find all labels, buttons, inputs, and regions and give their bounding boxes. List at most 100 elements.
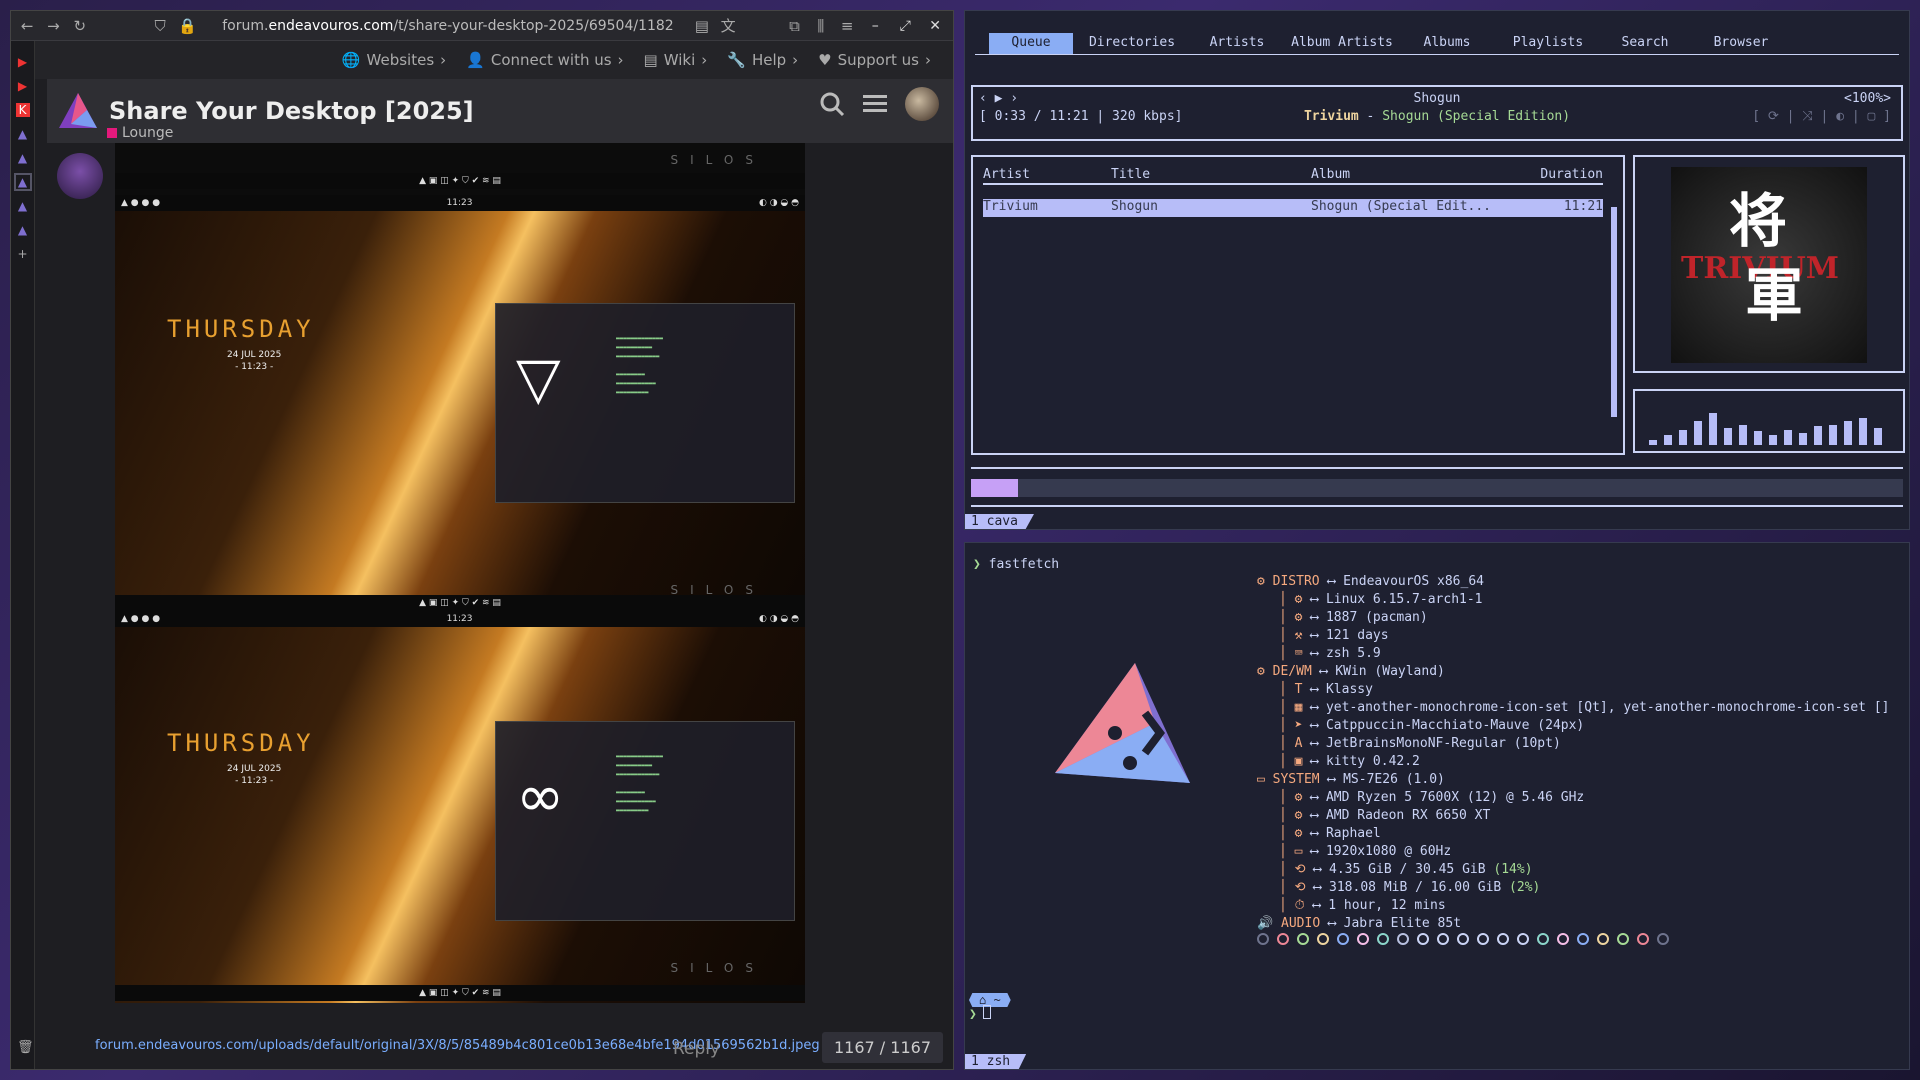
visualizer-bar [1739,425,1747,445]
visualizer-bar [1874,428,1882,445]
k-tab-icon[interactable]: K [15,103,30,117]
tab-albums[interactable]: Albums [1401,33,1493,54]
translate-icon[interactable]: 文 [720,15,736,36]
col-title-header[interactable]: Title [1111,167,1150,182]
endeavour-tab-icon[interactable]: ▲ [13,173,32,191]
endeavour-tab-icon[interactable]: ▲ [16,127,30,141]
category-badge[interactable]: Lounge [107,125,173,141]
forum-nav-item[interactable]: 👤 Connect with us › [466,51,623,69]
url-field[interactable]: forum.endeavouros.com/t/share-your-deskt… [222,18,673,34]
info-section-label: AUDIO [1281,916,1321,931]
user-avatar[interactable] [905,87,939,121]
extension-icon[interactable]: ⧉ [786,17,802,35]
palette-dot [1317,933,1329,945]
chevron-right-icon: › [617,51,624,69]
lock-icon[interactable]: 🔒 [178,17,197,35]
endeavour-tab-icon[interactable]: ▲ [16,223,30,237]
info-arrow: ⟷ [1310,808,1319,823]
maximize-icon[interactable]: ⤢ [895,18,915,34]
visualizer-bar [1754,431,1762,445]
col-album-header[interactable]: Album [1311,167,1350,182]
col-artist-header[interactable]: Artist [983,167,1030,182]
endeavour-tab-icon[interactable]: ▲ [16,199,30,213]
youtube-tab-icon[interactable]: ▶ [16,79,30,93]
tab-playlists[interactable]: Playlists [1493,33,1603,54]
volume[interactable]: <100%> [1844,91,1891,106]
progress-track[interactable] [1018,479,1903,497]
progress-fill[interactable] [971,479,1018,497]
info-icon: │ ⚙ [1279,808,1311,823]
url-bar: ← → ↻ ⛉ 🔒 forum.endeavouros.com/t/share-… [11,11,953,41]
category-label: Lounge [122,125,174,141]
info-line: ⚙ DISTRO ⟷ EndeavourOS x86_64 [1257,573,1890,591]
post-counter[interactable]: 1167 / 1167 [822,1032,943,1063]
pane-tab[interactable]: 1 cava [965,514,1034,529]
terminal-logo: ▽ [516,344,561,412]
info-arrow: ⟷ [1310,754,1319,769]
forum-nav-item[interactable]: 🔧 Help › [727,51,798,69]
tab-queue[interactable]: Queue [989,33,1073,54]
tab-search[interactable]: Search [1603,33,1687,54]
text-cursor[interactable] [983,1005,991,1019]
trash-icon[interactable]: 🗑 [17,1040,34,1055]
youtube-tab-icon[interactable]: ▶ [16,55,30,69]
palette-dot [1397,933,1409,945]
new-tab-icon[interactable]: + [16,247,30,261]
tab-browser[interactable]: Browser [1687,33,1795,54]
cava-visualizer [1633,389,1905,453]
tab-artists[interactable]: Artists [1191,33,1283,54]
endeavouros-logo[interactable] [57,90,99,132]
search-icon[interactable] [819,91,845,117]
info-value: 318.08 MiB / 16.00 GiB [1329,880,1502,895]
info-value: AMD Radeon RX 6650 XT [1325,808,1491,823]
reload-icon[interactable]: ↻ [72,17,88,35]
book-icon: ▤ [643,51,658,69]
endeavour-tab-icon[interactable]: ▲ [16,151,30,165]
tab-directories[interactable]: Directories [1073,33,1191,54]
pane-tab[interactable]: 1 zsh [965,1054,1027,1069]
close-icon[interactable]: ✕ [925,18,945,34]
col-duration-header[interactable]: Duration [1540,167,1603,182]
info-icon: │ ⟲ [1279,880,1314,895]
info-section-label: DE/WM [1272,664,1312,679]
palette-dot [1457,933,1469,945]
info-line: │ ⚙ ⟷ AMD Radeon RX 6650 XT [1257,807,1890,825]
library-icon[interactable]: ⫼ [813,17,829,35]
tab-album-artists[interactable]: Album Artists [1283,33,1401,54]
browser-window: ← → ↻ ⛉ 🔒 forum.endeavouros.com/t/share-… [10,10,954,1070]
visualizer-bar [1829,425,1837,445]
info-line: │ ➤ ⟷ Catppuccin-Macchiato-Mauve (24px) [1257,717,1890,735]
scrollbar[interactable] [1611,207,1617,417]
now-playing-box: ‹ ▶ › Shogun <100%> [ 0:33 / 11:21 | 320… [971,85,1903,141]
menu-icon[interactable]: ≡ [839,17,855,35]
fastfetch-info: ⚙ DISTRO ⟷ EndeavourOS x86_64 │ ⚙ ⟷ Linux… [1257,573,1890,933]
info-arrow: ⟷ [1310,700,1319,715]
terminal-logo: ∞ [516,762,565,830]
dock-bar: ▲ ▣ ◫ ✦ ⛉ ✔ ≋ ▤ [115,595,805,611]
forum-nav-item[interactable]: ♥ Support us › [818,51,931,69]
hamburger-icon[interactable] [863,93,887,115]
back-icon[interactable]: ← [19,17,35,35]
reply-button[interactable]: Reply [673,1039,720,1059]
forum-nav-item[interactable]: ▤ Wiki › [644,51,708,69]
forward-icon[interactable]: → [45,17,61,35]
info-arrow: ⟷ [1310,718,1319,733]
topic-title[interactable]: Share Your Desktop [2025] [109,97,474,125]
table-row[interactable]: Trivium Shogun Shogun (Special Edit... 1… [983,199,1603,217]
palette-dot [1477,933,1489,945]
forum-nav-label: Connect with us [490,51,612,69]
shield-icon[interactable]: ⛉ [152,17,168,35]
reader-icon[interactable]: ▤ [694,17,710,35]
desktop-screenshot-1[interactable]: SILOS ▲ ▣ ◫ ✦ ⛉ ✔ ≋ ▤ ▲ ● ● ● 11:23 ◐ ◑ ◒ … [115,143,805,611]
minimize-icon[interactable]: – [865,18,885,34]
poster-avatar[interactable] [57,153,103,199]
forum-nav-item[interactable]: 🌐 Websites › [342,51,446,69]
info-line: │ ⌨ ⟷ zsh 5.9 [1257,645,1890,663]
desktop-screenshot-2[interactable]: ▲ ● ● ● 11:23 ◐ ◑ ◒ ◓ THURSDAY 24 JUL 2025… [115,611,805,1003]
info-section-label: DISTRO [1272,574,1320,589]
terminal-text: ▬▬▬▬▬▬▬▬▬▬▬▬▬ ▬▬▬▬▬▬▬▬▬▬ ▬▬▬▬▬▬▬▬▬▬▬▬ ▬▬▬▬▬… [616,335,663,396]
prompt-symbol: ❯ [973,557,981,572]
mode-flags[interactable]: [ ⟳ | ⤨ | ◐ | ▢ ] [1752,109,1891,124]
info-arrow: ⟷ [1310,628,1319,643]
info-value: zsh 5.9 [1325,646,1381,661]
